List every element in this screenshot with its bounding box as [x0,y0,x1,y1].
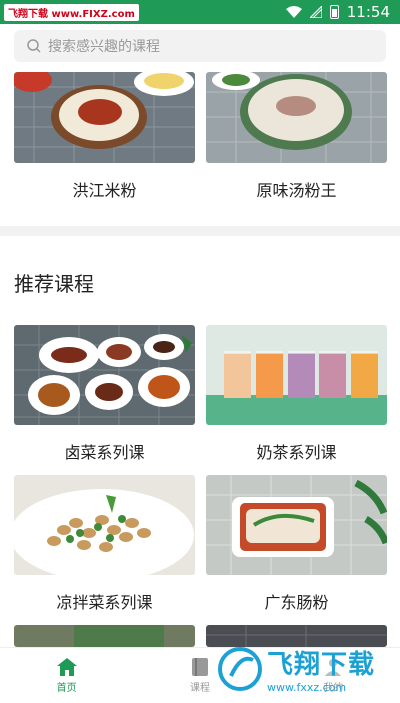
course-image [206,325,387,425]
course-title: 凉拌菜系列课 [56,593,153,612]
status-icons: 11:54 [285,3,390,21]
search-input[interactable]: 搜索感兴趣的课程 [14,30,386,62]
course-image [206,475,387,575]
watermark-url: www.fxxz.com [267,681,347,694]
status-time: 11:54 [346,3,390,21]
course-title: 广东肠粉 [264,593,329,612]
main-content[interactable]: 洪江米粉 原味汤粉王 推荐课程 卤菜系列课 奶茶系列课 凉拌菜系列课 广东肠粉 [0,72,400,647]
section-title: 推荐课程 [14,272,94,296]
status-bar: 飞翔下载 www.FIXZ.com 11:54 [0,0,400,24]
course-image [14,625,195,647]
course-image [14,475,195,575]
tab-label: 首页 [56,683,77,694]
course-card[interactable]: 洪江米粉 [14,72,195,201]
signal-icon [309,6,322,18]
course-title: 卤菜系列课 [64,443,145,462]
search-placeholder: 搜索感兴趣的课程 [48,39,160,55]
watermark-logo: 飞翔下载 www.FIXZ.com [4,3,139,21]
course-card[interactable] [14,625,195,647]
course-image [14,325,195,425]
wifi-icon [285,6,302,18]
course-card[interactable]: 奶茶系列课 [206,325,387,463]
battery-icon [329,5,339,19]
search-icon [27,39,41,53]
course-card[interactable]: 广东肠粉 [206,475,387,613]
search-bar: 搜索感兴趣的课程 [0,24,400,72]
course-card[interactable]: 凉拌菜系列课 [14,475,195,613]
course-image [14,72,195,163]
course-card[interactable]: 原味汤粉王 [206,72,387,201]
watermark-text: 飞翔下载 [267,650,376,680]
watermark-overlay: 飞翔下载 www.fxxz.com [217,640,392,698]
course-title: 原味汤粉王 [256,181,337,200]
section-divider [0,226,400,236]
tab-label: 课程 [189,683,210,694]
course-image [206,72,387,163]
course-title: 洪江米粉 [72,181,137,200]
book-icon [191,658,208,676]
course-title: 奶茶系列课 [256,443,337,462]
course-card[interactable]: 卤菜系列课 [14,325,195,463]
watermark-logo-icon [218,647,262,691]
tab-home[interactable]: 首页 [0,648,133,703]
home-icon [56,658,77,676]
